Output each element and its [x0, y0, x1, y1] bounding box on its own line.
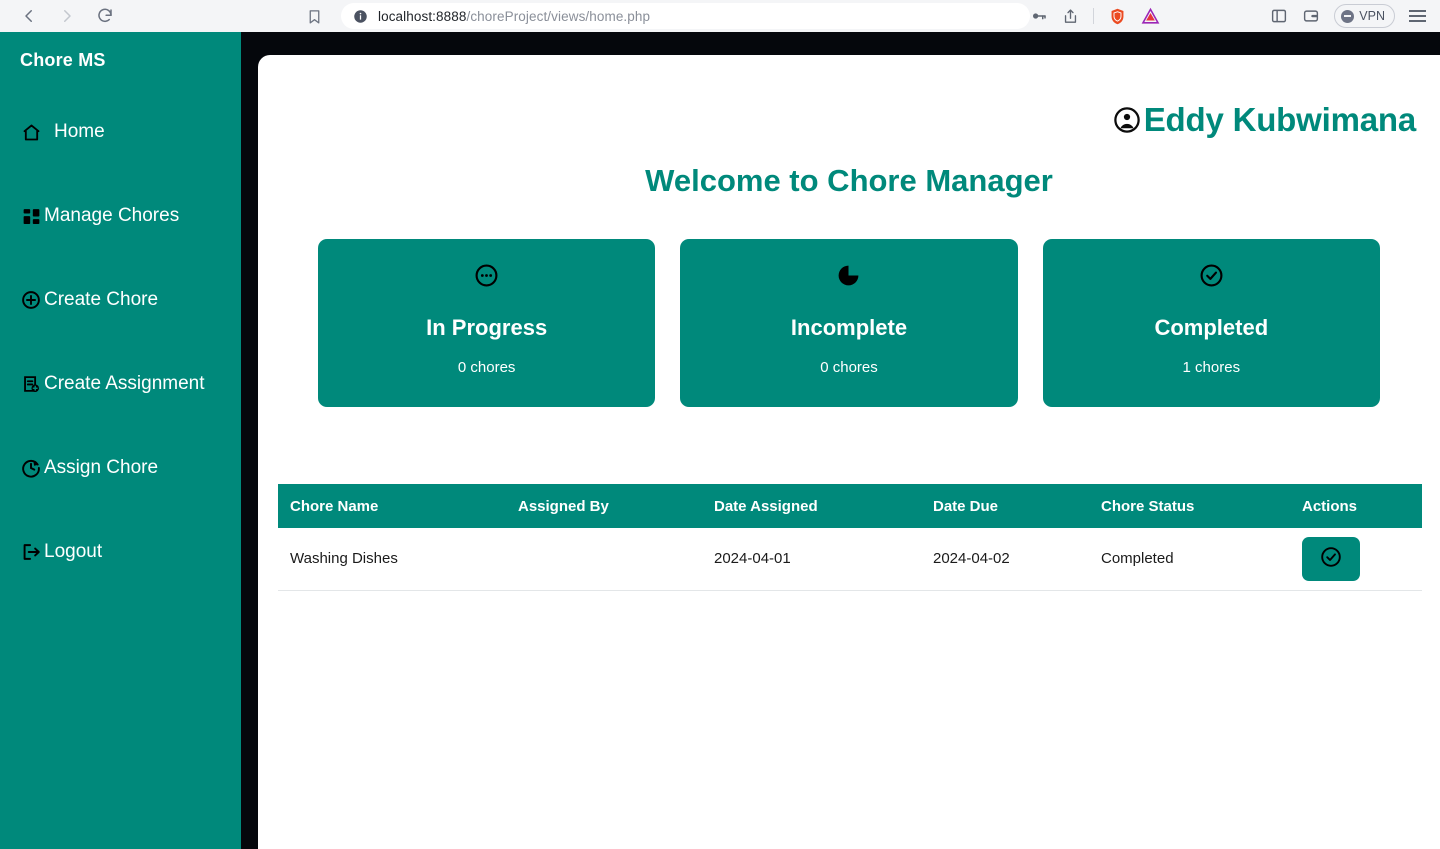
user-circle-icon [1112, 105, 1142, 135]
page-title: Welcome to Chore Manager [645, 163, 1053, 198]
grid-icon [20, 205, 42, 227]
logout-icon [20, 541, 42, 563]
address-bar[interactable]: localhost:8888/choreProject/views/home.p… [341, 3, 1031, 29]
sidebar-item-manage-chores[interactable]: Manage Chores [0, 198, 241, 234]
check-circle-icon [1198, 260, 1225, 290]
column-header-actions: Actions [1290, 484, 1422, 528]
sidebar-item-label: Logout [44, 541, 103, 562]
back-icon[interactable] [18, 5, 40, 27]
column-header-assigned-by: Assigned By [506, 484, 702, 528]
url-path: /choreProject/views/home.php [466, 8, 651, 24]
reload-icon[interactable] [94, 5, 116, 27]
cell-date-assigned: 2024-04-01 [702, 528, 921, 591]
table-header: Chore Name Assigned By Date Assigned Dat… [278, 484, 1422, 528]
browser-nav-buttons [18, 5, 116, 27]
page-body: Chore MS Home Manage Chores Create Chore [0, 32, 1440, 849]
clipboard-plus-icon [20, 373, 42, 395]
column-header-date-due: Date Due [921, 484, 1089, 528]
site-info-icon[interactable] [353, 9, 368, 24]
cell-chore-name: Washing Dishes [278, 528, 506, 591]
sidebar-item-create-assignment[interactable]: Create Assignment [0, 366, 241, 402]
vpn-button[interactable]: VPN [1334, 4, 1395, 28]
sidebar-item-label: Create Chore [44, 289, 159, 310]
user-name: Eddy Kubwimana [1143, 101, 1416, 138]
sidebar-item-label: Home [54, 121, 105, 142]
share-icon[interactable] [1062, 8, 1079, 25]
stat-card-incomplete[interactable]: Incomplete 0 chores [680, 239, 1018, 407]
sidebar-nav: Home Manage Chores Create Chore Create A… [0, 114, 241, 570]
browser-actions: VPN [1030, 4, 1440, 28]
chore-table: Chore Name Assigned By Date Assigned Dat… [278, 484, 1422, 591]
dots-circle-icon [473, 260, 500, 290]
main-content: Eddy Kubwimana Welcome to Chore Manager … [258, 55, 1440, 849]
sidebar-toggle-icon[interactable] [1270, 7, 1288, 25]
sidebar-item-label: Create Assignment [44, 373, 205, 394]
stat-card-completed[interactable]: Completed 1 chores [1042, 239, 1380, 407]
column-header-date-assigned: Date Assigned [702, 484, 921, 528]
stat-card-label: In Progress [426, 315, 548, 340]
vpn-label: VPN [1359, 9, 1385, 23]
stat-card-in-progress[interactable]: In Progress 0 chores [318, 239, 656, 407]
sidebar-item-home[interactable]: Home [0, 114, 241, 150]
home-icon [20, 121, 42, 143]
plus-circle-icon [20, 289, 42, 311]
bat-rewards-icon[interactable] [1141, 7, 1160, 26]
mark-complete-button[interactable] [1302, 536, 1360, 581]
pie-chart-icon [835, 260, 862, 290]
sidebar-item-create-chore[interactable]: Create Chore [0, 282, 241, 318]
stat-cards: In Progress 0 chores Incomplete 0 chores… [318, 239, 1380, 407]
vpn-status-icon [1341, 9, 1355, 23]
user-header: Eddy Kubwimana [258, 55, 1440, 139]
sidebar: Chore MS Home Manage Chores Create Chore [0, 32, 241, 849]
sidebar-item-logout[interactable]: Logout [0, 534, 241, 570]
bookmark-icon[interactable] [306, 8, 323, 25]
cell-actions [1290, 528, 1422, 591]
brave-shields-icon[interactable] [1108, 7, 1127, 26]
sidebar-item-label: Manage Chores [44, 205, 180, 226]
column-header-chore-status: Chore Status [1089, 484, 1290, 528]
wallet-icon[interactable] [1302, 7, 1320, 25]
stat-card-label: Incomplete [790, 315, 908, 340]
sidebar-item-label: Assign Chore [44, 457, 159, 478]
cell-date-due: 2024-04-02 [921, 528, 1089, 591]
sidebar-item-assign-chore[interactable]: Assign Chore [0, 450, 241, 486]
forward-icon [56, 5, 78, 27]
table-body: Washing Dishes 2024-04-01 2024-04-02 Com… [278, 528, 1422, 591]
sidebar-brand: Chore MS [20, 50, 106, 70]
browser-toolbar: localhost:8888/choreProject/views/home.p… [0, 0, 1440, 32]
menu-icon[interactable] [1409, 10, 1426, 22]
chore-table-container: Chore Name Assigned By Date Assigned Dat… [278, 484, 1422, 591]
table-row: Washing Dishes 2024-04-01 2024-04-02 Com… [278, 528, 1422, 591]
stat-card-label: Completed [1154, 315, 1269, 340]
url-host: localhost:8888 [378, 8, 467, 24]
check-circle-icon [1319, 545, 1343, 572]
stat-card-count: 1 chores [1182, 359, 1241, 376]
stat-card-count: 0 chores [820, 359, 878, 376]
stat-card-count: 0 chores [457, 359, 516, 376]
key-icon[interactable] [1030, 7, 1048, 25]
cell-chore-status: Completed [1089, 528, 1290, 591]
column-header-chore-name: Chore Name [278, 484, 506, 528]
toolbar-divider [1093, 8, 1095, 24]
cell-assigned-by [506, 528, 702, 591]
address-bar-text: localhost:8888/choreProject/views/home.p… [378, 9, 650, 24]
clock-arrow-icon [20, 457, 42, 479]
table-header-row: Chore Name Assigned By Date Assigned Dat… [278, 484, 1422, 528]
